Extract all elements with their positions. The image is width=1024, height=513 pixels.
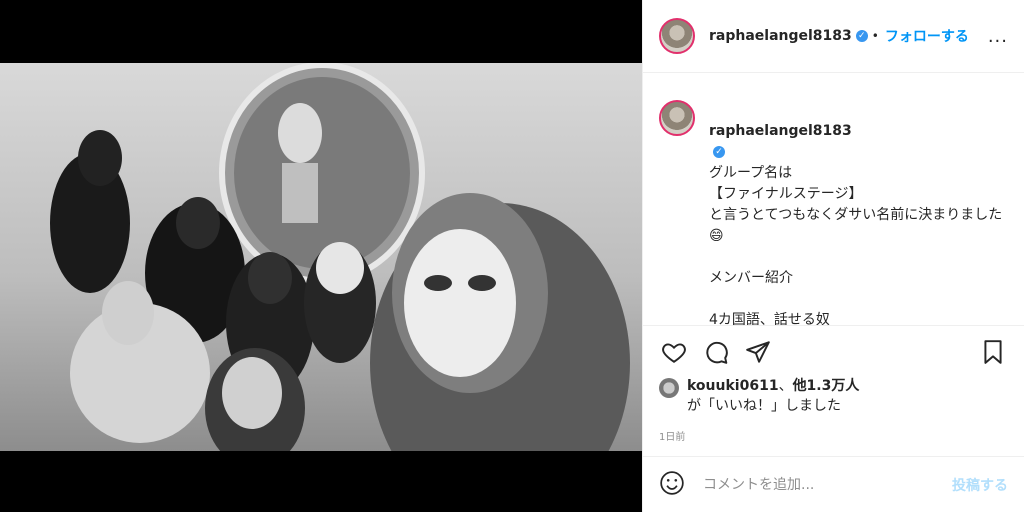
caption-verified-icon: ✓ [713,146,725,158]
liker-avatar[interactable] [659,378,679,398]
header-separator: • [871,29,879,43]
likes-others[interactable]: 他1.3万人 [793,378,860,394]
likes-connector: 、 [778,378,793,394]
post-media[interactable] [0,0,642,512]
post-side-panel: raphaelangel8183 ✓ • フォローする ... raphaela… [642,0,1024,512]
caption-avatar[interactable] [659,100,695,136]
caption-text: グループ名は 【ファイナルステージ】 と言うとてつもなくダサい名前に決まりました… [709,165,1003,325]
caption-body: raphaelangel8183 ✓ グループ名は 【ファイナルステージ】 と言… [709,100,1008,325]
post-comment-button[interactable]: 投稿する [952,475,1008,495]
liker-username[interactable]: kouuki0611 [687,378,779,394]
share-icon[interactable] [743,337,773,367]
emoji-icon[interactable] [659,470,685,500]
post-header: raphaelangel8183 ✓ • フォローする ... [643,0,1024,73]
caption-username[interactable]: raphaelangel8183 [709,123,852,139]
comment-icon[interactable] [701,337,731,367]
bookmark-icon[interactable] [978,337,1008,367]
heart-icon[interactable] [659,337,689,367]
caption-section: raphaelangel8183 ✓ グループ名は 【ファイナルステージ】 と言… [643,74,1024,325]
post-timestamp[interactable]: 1日前 [659,428,685,443]
author-avatar[interactable] [659,18,695,54]
comment-input[interactable] [701,476,952,494]
more-options-icon[interactable]: ... [988,26,1008,47]
action-bar [643,325,1024,378]
comment-bar: 投稿する [643,456,1024,513]
post-photo [0,63,642,451]
likes-suffix: が「いいね！」しました [687,398,841,414]
likes-summary: kouuki0611、他1.3万人 が「いいね！」しました [659,376,1008,416]
follow-button[interactable]: フォローする [885,26,969,46]
photo-illustration [50,63,630,451]
verified-badge-icon: ✓ [855,30,868,42]
author-username[interactable]: raphaelangel8183 [709,28,852,44]
